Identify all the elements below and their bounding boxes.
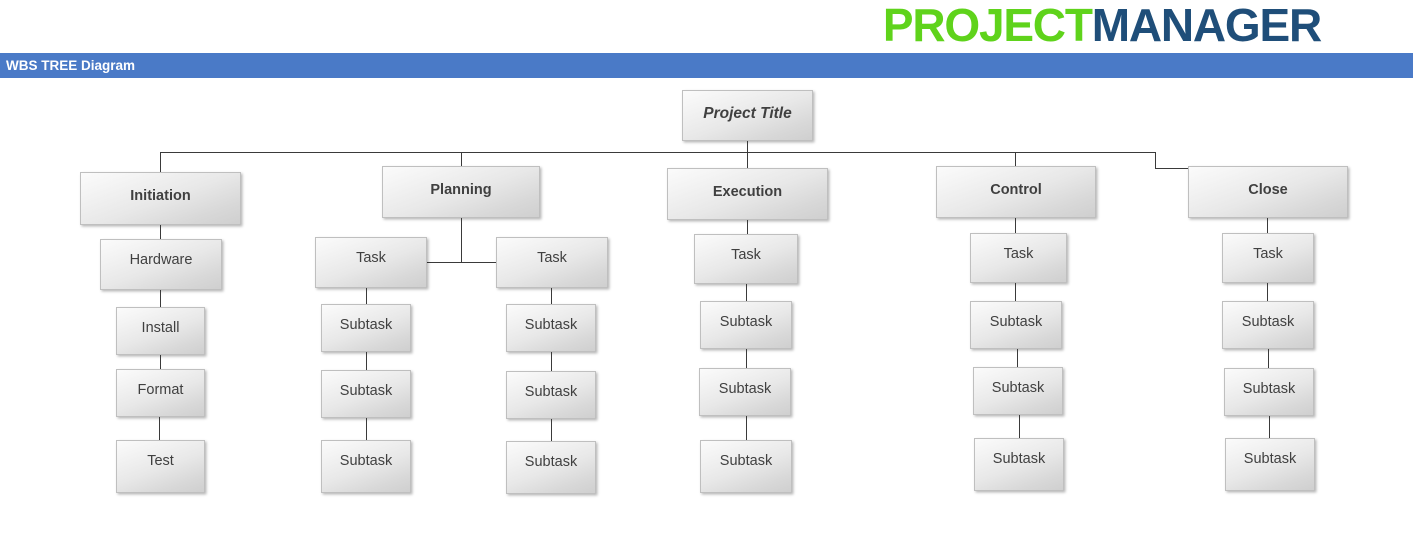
node-label: Task [731, 247, 761, 263]
connector-drop-close [1155, 152, 1156, 168]
projectmanager-logo: PROJECTMANAGER [882, 0, 1322, 51]
node-label: Install [141, 320, 180, 336]
logo-text-project: PROJECT [882, 0, 1093, 51]
node-label: Format [137, 382, 184, 398]
connector-execution-2 [746, 284, 747, 301]
node-label: Task [1253, 246, 1283, 262]
node-close-subtask-1[interactable]: Subtask [1222, 301, 1314, 349]
node-close-subtask-3[interactable]: Subtask [1225, 438, 1315, 491]
node-close-task[interactable]: Task [1222, 233, 1314, 283]
connector-initiation-2 [160, 290, 161, 307]
connector-planning-right-1 [551, 288, 552, 304]
node-planning-right-subtask-3[interactable]: Subtask [506, 441, 596, 494]
connector-root-stem [747, 141, 748, 152]
connector-execution-3 [746, 349, 747, 368]
node-label: Subtask [339, 383, 393, 399]
node-label: Task [537, 250, 567, 266]
connector-planning-right-3 [551, 419, 552, 441]
connector-close-2 [1267, 283, 1268, 301]
node-label: Subtask [339, 453, 393, 469]
node-execution-subtask-2[interactable]: Subtask [699, 368, 791, 416]
connector-close-4 [1269, 416, 1270, 438]
node-label: Subtask [524, 454, 578, 470]
node-control-subtask-1[interactable]: Subtask [970, 301, 1062, 349]
node-project-title[interactable]: Project Title [682, 90, 813, 141]
connector-control-4 [1019, 415, 1020, 438]
node-label: Close [1248, 182, 1288, 198]
connector-control-1 [1015, 218, 1016, 233]
connector-initiation-1 [160, 225, 161, 239]
node-label: Subtask [1243, 451, 1297, 467]
node-label: Subtask [991, 380, 1045, 396]
node-control-task[interactable]: Task [970, 233, 1067, 283]
connector-control-2 [1015, 283, 1016, 301]
node-planning[interactable]: Planning [382, 166, 540, 218]
node-planning-right-subtask-1[interactable]: Subtask [506, 304, 596, 352]
node-planning-right-subtask-2[interactable]: Subtask [506, 371, 596, 419]
node-label: Subtask [719, 314, 773, 330]
node-label: Subtask [524, 384, 578, 400]
node-label: Control [990, 182, 1042, 198]
connector-planning-left-2 [366, 352, 367, 370]
connector-control-3 [1017, 349, 1018, 367]
connector-close-1 [1267, 218, 1268, 233]
node-control[interactable]: Control [936, 166, 1096, 218]
connector-planning-right-2 [551, 352, 552, 371]
node-label: Hardware [129, 252, 193, 268]
node-execution-task[interactable]: Task [694, 234, 798, 284]
connector-planning-left-1 [366, 288, 367, 304]
node-planning-task-left[interactable]: Task [315, 237, 427, 288]
node-control-subtask-3[interactable]: Subtask [974, 438, 1064, 491]
node-label: Project Title [703, 105, 792, 122]
node-label: Subtask [719, 453, 773, 469]
node-execution[interactable]: Execution [667, 168, 828, 220]
node-label: Subtask [1242, 381, 1296, 397]
node-label: Initiation [130, 188, 191, 204]
connector-execution-4 [746, 416, 747, 440]
node-label: Task [356, 250, 386, 266]
connector-execution-1 [747, 220, 748, 234]
node-close[interactable]: Close [1188, 166, 1348, 218]
node-planning-left-subtask-3[interactable]: Subtask [321, 440, 411, 493]
connector-drop-control [1015, 152, 1016, 166]
node-initiation-install[interactable]: Install [116, 307, 205, 355]
node-execution-subtask-1[interactable]: Subtask [700, 301, 792, 349]
connector-close-3 [1268, 349, 1269, 368]
node-planning-left-subtask-2[interactable]: Subtask [321, 370, 411, 418]
node-initiation-format[interactable]: Format [116, 369, 205, 417]
connector-drop-execution [747, 152, 748, 168]
connector-drop-planning [461, 152, 462, 166]
node-planning-left-subtask-1[interactable]: Subtask [321, 304, 411, 352]
node-close-subtask-2[interactable]: Subtask [1224, 368, 1314, 416]
node-planning-task-right[interactable]: Task [496, 237, 608, 288]
connector-initiation-4 [159, 417, 160, 440]
logo-text-manager: MANAGER [1091, 0, 1322, 51]
connector-level1-bus [160, 152, 1156, 153]
node-label: Test [147, 453, 174, 469]
document-title-bar: WBS TREE Diagram [0, 53, 1413, 78]
node-label: Subtask [339, 317, 393, 333]
connector-drop-initiation [160, 152, 161, 172]
node-execution-subtask-3[interactable]: Subtask [700, 440, 792, 493]
connector-planning-left-3 [366, 418, 367, 440]
node-control-subtask-2[interactable]: Subtask [973, 367, 1063, 415]
node-initiation-hardware[interactable]: Hardware [100, 239, 222, 290]
wbs-tree-canvas: Project Title Initiation Hardware Instal… [0, 78, 1413, 544]
node-label: Subtask [992, 451, 1046, 467]
node-label: Subtask [1241, 314, 1295, 330]
connector-planning-stem [461, 218, 462, 262]
node-label: Execution [712, 184, 783, 200]
node-label: Subtask [718, 381, 772, 397]
node-label: Task [1003, 246, 1034, 262]
node-initiation-test[interactable]: Test [116, 440, 205, 493]
node-label: Subtask [989, 314, 1043, 330]
connector-initiation-3 [160, 355, 161, 369]
node-label: Planning [430, 182, 492, 198]
page-title: WBS TREE Diagram [6, 58, 136, 73]
node-label: Subtask [524, 317, 578, 333]
page-header: PROJECTMANAGER [0, 0, 1413, 53]
node-initiation[interactable]: Initiation [80, 172, 241, 225]
